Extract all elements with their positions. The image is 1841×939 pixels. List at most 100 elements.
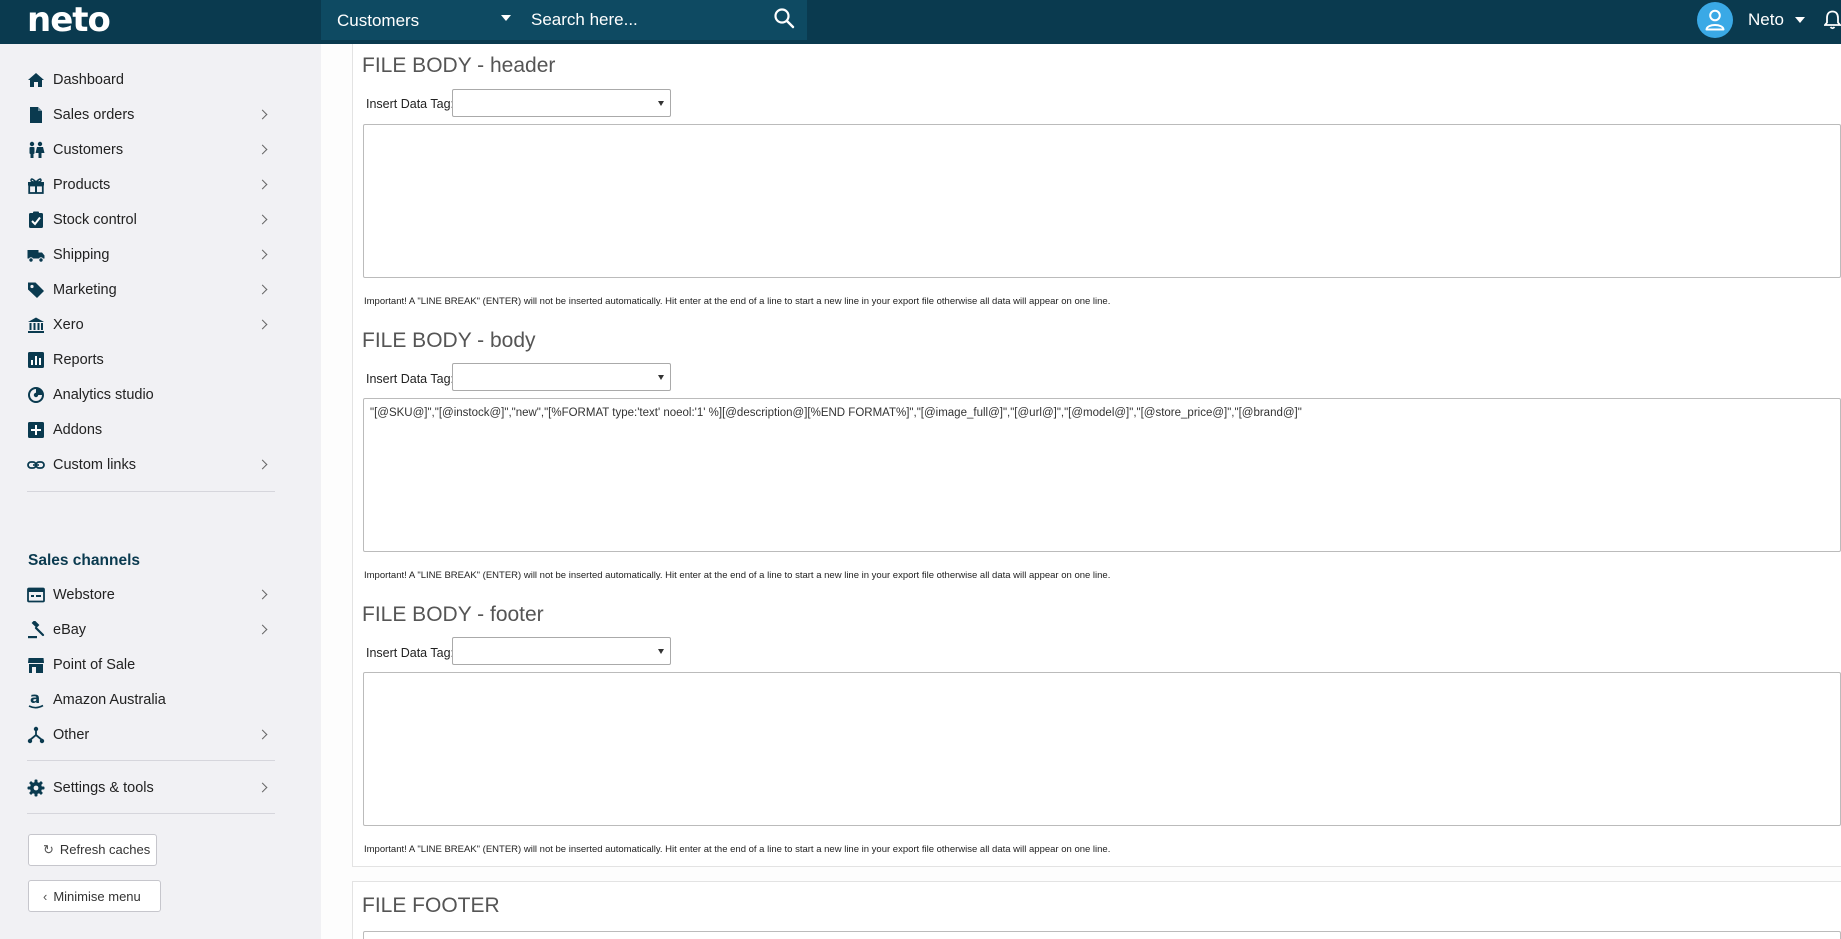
chevron-right-icon [257,249,268,260]
sidebar-item-label: Settings & tools [53,780,154,796]
sidebar-item-stock-control[interactable]: Stock control [27,205,277,235]
sidebar-item-settings-tools[interactable]: Settings & tools [27,773,277,803]
sidebar-item-other[interactable]: Other [27,720,277,750]
line-break-hint: Important! A "LINE BREAK" (ENTER) will n… [364,844,1111,855]
search-scope-select[interactable]: Customers [321,0,521,40]
minimise-menu-button[interactable]: ‹ Minimise menu [28,880,161,912]
amazon-icon: a [28,691,44,709]
insert-data-tag-select[interactable] [452,363,671,391]
sidebar-item-sales-orders[interactable]: Sales orders [27,100,277,130]
sidebar-item-custom-links[interactable]: Custom links [27,450,277,480]
sidebar-item-label: Sales orders [53,107,135,123]
chevron-right-icon [257,624,268,635]
chevron-right-icon [257,729,268,740]
sidebar-item-marketing[interactable]: Marketing [27,275,277,305]
sidebar-divider [27,760,275,761]
user-icon [1705,9,1725,31]
sidebar-item-label: Marketing [53,282,117,298]
clipboard-check-icon [29,211,43,228]
sidebar-item-shipping[interactable]: Shipping [27,240,277,270]
sidebar-item-reports[interactable]: Reports [27,345,277,375]
search-icon[interactable] [773,7,795,29]
tag-icon [28,282,44,298]
chevron-right-icon [257,109,268,120]
sidebar-item-dashboard[interactable]: Dashboard [27,65,277,95]
people-icon [29,141,45,158]
sidebar-item-label: Reports [53,352,104,368]
file-body-header-textarea[interactable] [363,124,1841,278]
caret-down-icon [658,649,664,654]
sidebar-item-analytics-studio[interactable]: Analytics studio [27,380,277,410]
sidebar-item-label: Addons [53,422,103,438]
global-search: Customers [321,0,807,40]
sidebar-item-label: Analytics studio [53,387,154,403]
sidebar-item-ebay[interactable]: eBay [27,615,277,645]
top-bar: neto Customers Neto [0,0,1841,44]
file-body-body-textarea[interactable]: "[@SKU@]","[@instock@]","new","[%FORMAT … [363,398,1841,552]
chevron-right-icon [257,214,268,225]
bar-chart-icon [28,352,44,368]
store-icon [28,658,44,673]
insert-data-tag-select[interactable] [452,89,671,117]
sidebar-item-label: Customers [53,142,124,158]
sidebar-item-label: Products [53,177,111,193]
sidebar-divider [27,491,275,492]
sidebar-divider [27,813,275,814]
refresh-icon: ↻ [43,842,54,857]
chevron-right-icon [257,144,268,155]
caret-down-icon [1795,17,1805,23]
branch-icon [27,726,45,744]
svg-text:a: a [30,691,40,707]
sidebar-item-point-of-sale[interactable]: Point of Sale [27,650,277,680]
home-icon [28,73,44,87]
gift-icon [28,178,44,194]
sidebar-item-label: Dashboard [53,72,124,88]
search-scope-label: Customers [337,11,420,30]
plus-box-icon [28,422,44,438]
caret-down-icon [658,375,664,380]
sidebar-item-amazon-australia[interactable]: a Amazon Australia [27,685,277,715]
sidebar-item-label: Shipping [53,247,110,263]
webstore-icon [27,587,45,603]
chevron-right-icon [257,782,268,793]
chevron-right-icon [257,284,268,295]
insert-data-tag-label: Insert Data Tag: [366,646,455,660]
section-title: FILE BODY - body [362,329,536,352]
sidebar-item-label: Other [53,727,90,743]
sidebar-item-addons[interactable]: Addons [27,415,277,445]
sidebar-item-label: Xero [53,317,84,333]
sidebar-item-label: Amazon Australia [53,692,166,708]
insert-data-tag-select[interactable] [452,637,671,665]
refresh-caches-label: Refresh caches [59,842,151,857]
file-body-footer-textarea[interactable] [363,672,1841,826]
file-footer-textarea[interactable] [363,931,1841,939]
chevron-right-icon [257,179,268,190]
chevron-right-icon [257,319,268,330]
search-input[interactable] [531,4,761,36]
line-break-hint: Important! A "LINE BREAK" (ENTER) will n… [364,570,1111,581]
caret-down-icon [658,101,664,106]
sidebar-item-customers[interactable]: Customers [27,135,277,165]
user-name: Neto [1748,10,1784,29]
sidebar-item-products[interactable]: Products [27,170,277,200]
document-icon [30,107,42,123]
caret-down-icon [501,15,511,21]
sidebar-item-xero[interactable]: Xero [27,310,277,340]
sidebar-item-webstore[interactable]: Webstore [27,580,277,610]
bank-icon [28,317,44,333]
bell-icon[interactable] [1824,10,1841,30]
avatar [1697,2,1733,38]
sidebar-item-label: Stock control [53,212,137,228]
sidebar-item-label: Point of Sale [53,657,136,673]
sidebar: Dashboard Sales orders Customers Product… [0,44,321,939]
insert-data-tag-label: Insert Data Tag: [366,97,455,111]
section-title: FILE BODY - header [362,54,556,77]
line-break-hint: Important! A "LINE BREAK" (ENTER) will n… [364,296,1111,307]
neto-logo[interactable]: neto [27,0,111,44]
sidebar-item-label: eBay [53,622,87,638]
refresh-caches-button[interactable]: ↻ Refresh caches [28,834,157,866]
sidebar-item-label: Custom links [53,457,136,473]
gear-icon [27,779,45,797]
analytics-icon [28,387,44,403]
insert-data-tag-label: Insert Data Tag: [366,372,455,386]
